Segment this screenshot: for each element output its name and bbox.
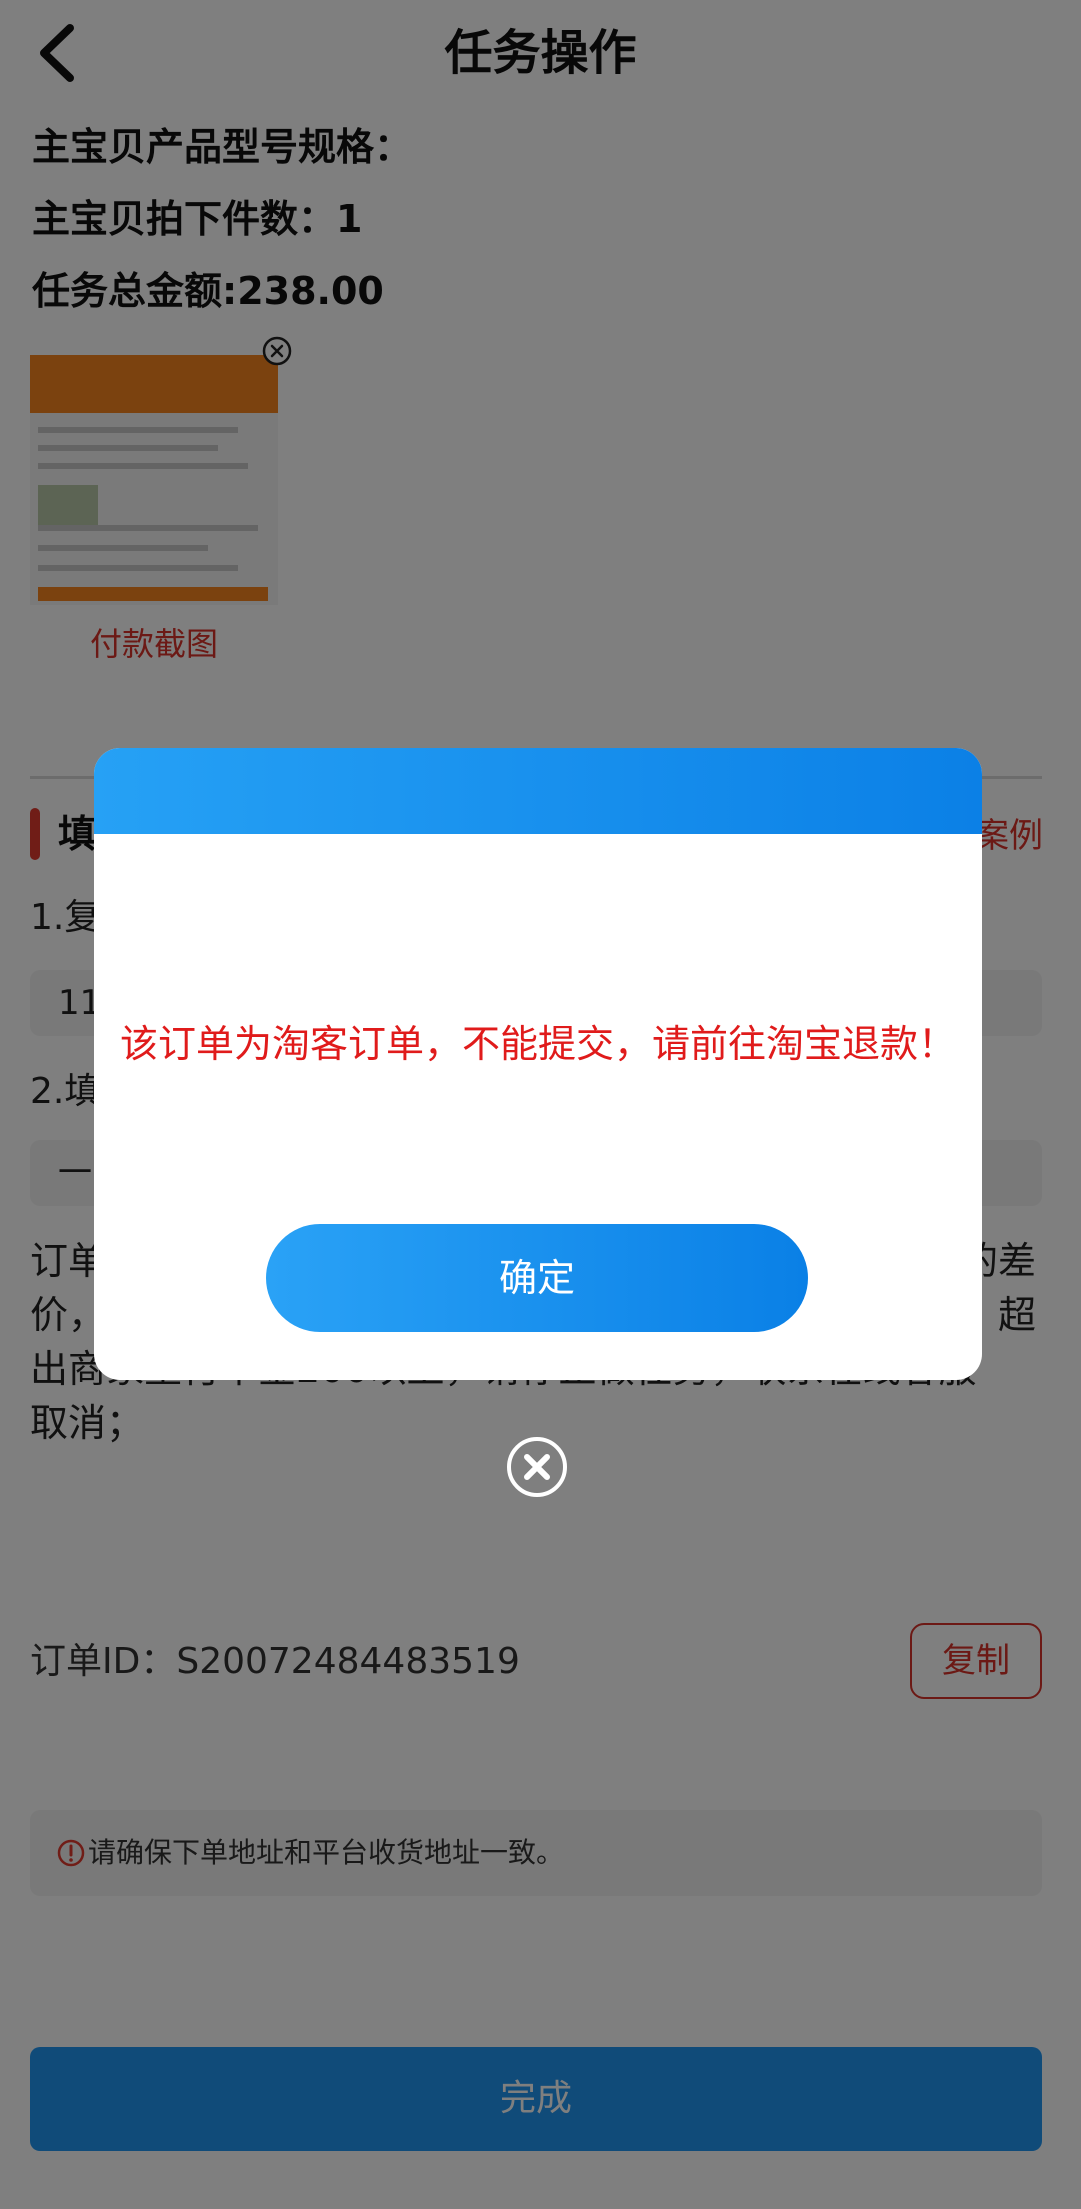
- dialog-message: 该订单为淘客订单，不能提交，请前往淘宝退款！: [119, 1022, 956, 1066]
- dialog-header: [94, 748, 982, 834]
- confirm-button[interactable]: 确定: [266, 1224, 808, 1332]
- alert-dialog: 该订单为淘客订单，不能提交，请前往淘宝退款！ 确定: [94, 748, 982, 1380]
- close-dialog-icon[interactable]: [506, 1436, 568, 1498]
